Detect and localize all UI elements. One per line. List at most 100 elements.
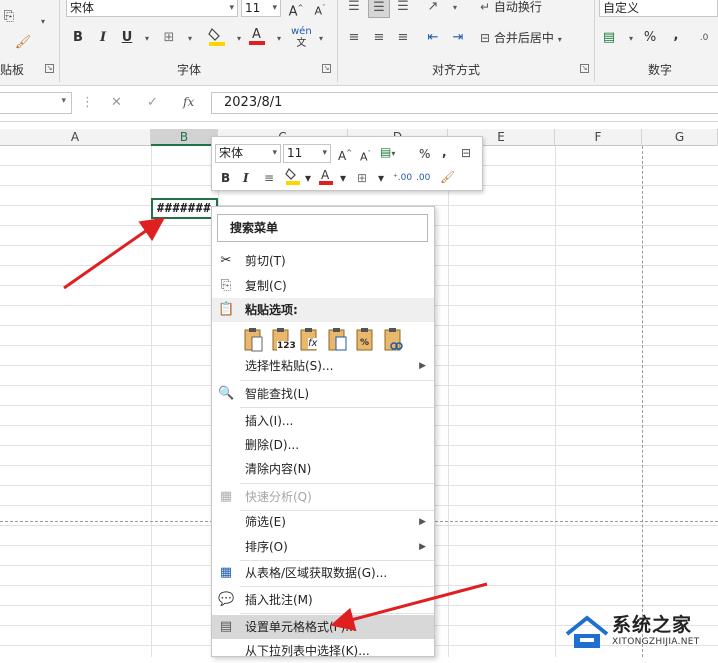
increase-decimal-icon[interactable]: .0 bbox=[695, 27, 713, 49]
mini-format-painter-icon[interactable]: 🖌 bbox=[440, 168, 455, 186]
align-center-icon[interactable]: ≡ bbox=[370, 27, 388, 49]
number-format-select[interactable]: 自定义 bbox=[599, 0, 718, 17]
mini-font-color-dropdown-icon[interactable]: ▾ bbox=[340, 169, 346, 187]
mini-decrease-decimal-icon[interactable]: .00 bbox=[416, 169, 430, 187]
alignment-launcher-icon[interactable]: ↘ bbox=[580, 64, 589, 73]
search-menu-input[interactable]: 搜索菜单 bbox=[217, 214, 428, 242]
decrease-indent-icon[interactable]: ⇤ bbox=[424, 27, 442, 49]
menu-item-delete[interactable]: 删除(D)... bbox=[212, 433, 434, 457]
phonetic-icon[interactable]: wén 文 bbox=[291, 26, 312, 49]
menu-item-label: 从下拉列表中选择(K)... bbox=[245, 644, 370, 658]
paste-transpose-icon[interactable]: % bbox=[354, 325, 376, 353]
borders-icon[interactable]: ⊞ bbox=[160, 27, 178, 49]
formula-input[interactable]: 2023/8/1 bbox=[211, 92, 718, 114]
column-header-a[interactable]: A bbox=[0, 129, 151, 146]
watermark-url: XITONGZHIJIA.NET bbox=[612, 637, 700, 647]
menu-item-sort[interactable]: 排序(O) ▶ bbox=[212, 535, 434, 559]
accounting-format-icon[interactable]: ▤ bbox=[600, 27, 618, 49]
underline-dropdown-icon[interactable]: ▾ bbox=[138, 27, 156, 49]
align-top-icon[interactable]: ☰ bbox=[345, 0, 363, 18]
mini-increase-font-icon[interactable]: A^ bbox=[338, 144, 352, 165]
mini-percent-button[interactable]: % bbox=[419, 145, 430, 163]
mini-fill-color-icon[interactable] bbox=[285, 167, 301, 190]
table-icon: ▦ bbox=[219, 565, 233, 580]
paste-icon: 📋 bbox=[218, 302, 235, 317]
menu-item-cut[interactable]: ✂ 剪切(T) bbox=[212, 249, 434, 273]
percent-button[interactable]: % bbox=[641, 27, 659, 49]
mini-font-size-value: 11 bbox=[287, 146, 303, 160]
orientation-dropdown-icon[interactable]: ▾ bbox=[446, 0, 464, 18]
menu-item-insert[interactable]: 插入(I)... bbox=[212, 409, 434, 433]
paste-values-icon[interactable]: 123 bbox=[270, 325, 296, 353]
font-launcher-icon[interactable]: ↘ bbox=[322, 64, 331, 73]
comma-button[interactable]: , bbox=[667, 25, 685, 47]
menu-item-copy[interactable]: ⎘ 复制(C) bbox=[212, 274, 434, 298]
font-name-select[interactable]: 宋体 ▾ bbox=[66, 0, 238, 17]
align-middle-icon[interactable]: ☰ bbox=[368, 0, 390, 18]
borders-dropdown-icon[interactable]: ▾ bbox=[181, 27, 199, 49]
align-bottom-icon[interactable]: ☰ bbox=[394, 0, 412, 18]
mini-fill-dropdown-icon[interactable]: ▾ bbox=[305, 169, 311, 187]
bold-button[interactable]: B bbox=[69, 27, 87, 49]
mini-merge-icon[interactable]: ⊟ bbox=[461, 144, 471, 162]
increase-indent-icon[interactable]: ⇥ bbox=[449, 27, 467, 49]
menu-item-filter[interactable]: 筛选(E) ▶ bbox=[212, 510, 434, 534]
font-color-icon[interactable]: A bbox=[248, 25, 266, 47]
mini-italic-button[interactable]: I bbox=[243, 169, 249, 187]
menu-item-insert-comment[interactable]: 💬 插入批注(M) bbox=[212, 588, 434, 612]
menu-item-pick-from-list[interactable]: 从下拉列表中选择(K)... bbox=[212, 639, 434, 663]
underline-button[interactable]: U bbox=[118, 27, 136, 49]
mini-font-name-select[interactable]: 宋体 ▾ bbox=[215, 144, 281, 163]
merge-center-button[interactable]: ⊟ 合并后居中 ▾ bbox=[480, 27, 580, 49]
paste-formatting-icon[interactable] bbox=[326, 325, 348, 353]
menu-item-smart-lookup[interactable]: 🔍 智能查找(L) bbox=[212, 382, 434, 406]
column-header-b[interactable]: B bbox=[151, 129, 218, 146]
mini-align-center-icon[interactable]: ≡ bbox=[264, 169, 274, 187]
cancel-icon[interactable]: ✕ bbox=[111, 95, 122, 110]
copy-icon[interactable]: ⎘ bbox=[0, 6, 18, 28]
menu-item-paste-special[interactable]: 选择性粘贴(S)... ▶ bbox=[212, 354, 434, 378]
column-header-g[interactable]: G bbox=[642, 129, 718, 146]
decrease-font-icon[interactable]: Aˇ bbox=[311, 0, 329, 19]
font-size-select[interactable]: 11 ▾ bbox=[241, 0, 281, 17]
mini-comma-button[interactable]: , bbox=[442, 143, 447, 161]
mini-borders-icon[interactable]: ⊞ bbox=[357, 169, 367, 187]
mini-bold-button[interactable]: B bbox=[221, 169, 230, 187]
clipboard-launcher-icon[interactable]: ↘ bbox=[45, 64, 54, 73]
chevron-down-icon: ▾ bbox=[272, 3, 277, 13]
svg-text:A: A bbox=[252, 27, 261, 42]
accounting-dropdown-icon[interactable]: ▾ bbox=[622, 27, 640, 49]
paste-link-icon[interactable] bbox=[382, 325, 404, 353]
mini-increase-decimal-icon[interactable]: ⁺.00 bbox=[393, 169, 412, 187]
svg-text:A: A bbox=[321, 168, 330, 182]
mini-accounting-icon[interactable]: ▤▾ bbox=[380, 143, 395, 163]
copy-dropdown-icon[interactable]: ▾ bbox=[34, 10, 52, 32]
paste-icon[interactable] bbox=[242, 325, 264, 353]
menu-item-get-data-from-table[interactable]: ▦ 从表格/区域获取数据(G)... bbox=[212, 561, 434, 585]
font-color-dropdown-icon[interactable]: ▾ bbox=[270, 27, 288, 49]
align-right-icon[interactable]: ≡ bbox=[394, 27, 412, 49]
fill-color-icon[interactable] bbox=[208, 26, 226, 48]
insert-function-icon[interactable]: fx bbox=[183, 95, 194, 109]
merge-icon: ⊟ bbox=[480, 31, 491, 45]
align-left-icon[interactable]: ≡ bbox=[345, 27, 363, 49]
menu-item-format-cells[interactable]: ▤ 设置单元格格式(F)... bbox=[212, 615, 434, 639]
orientation-icon[interactable]: ↗ bbox=[424, 0, 442, 18]
copy-icon: ⎘ bbox=[220, 278, 232, 293]
phonetic-dropdown-icon[interactable]: ▾ bbox=[312, 27, 330, 49]
mini-decrease-font-icon[interactable]: Aˇ bbox=[360, 145, 371, 167]
fill-color-dropdown-icon[interactable]: ▾ bbox=[230, 27, 248, 49]
format-painter-icon[interactable]: 🖌 bbox=[14, 32, 32, 54]
mini-font-color-icon[interactable]: A bbox=[318, 167, 334, 190]
menu-item-clear-contents[interactable]: 清除内容(N) bbox=[212, 457, 434, 481]
active-cell-b[interactable]: ####### bbox=[151, 198, 220, 221]
name-box[interactable]: ▾ bbox=[0, 92, 72, 114]
column-header-f[interactable]: F bbox=[555, 129, 642, 146]
mini-borders-dropdown-icon[interactable]: ▾ bbox=[378, 169, 384, 187]
enter-check-icon[interactable]: ✓ bbox=[147, 95, 158, 110]
increase-font-icon[interactable]: A^ bbox=[287, 0, 305, 19]
italic-button[interactable]: I bbox=[94, 27, 112, 49]
mini-font-size-select[interactable]: 11 ▾ bbox=[283, 144, 331, 163]
wrap-text-button[interactable]: ↵ 自动换行 bbox=[480, 0, 550, 18]
paste-formulas-icon[interactable]: fx bbox=[298, 325, 320, 353]
